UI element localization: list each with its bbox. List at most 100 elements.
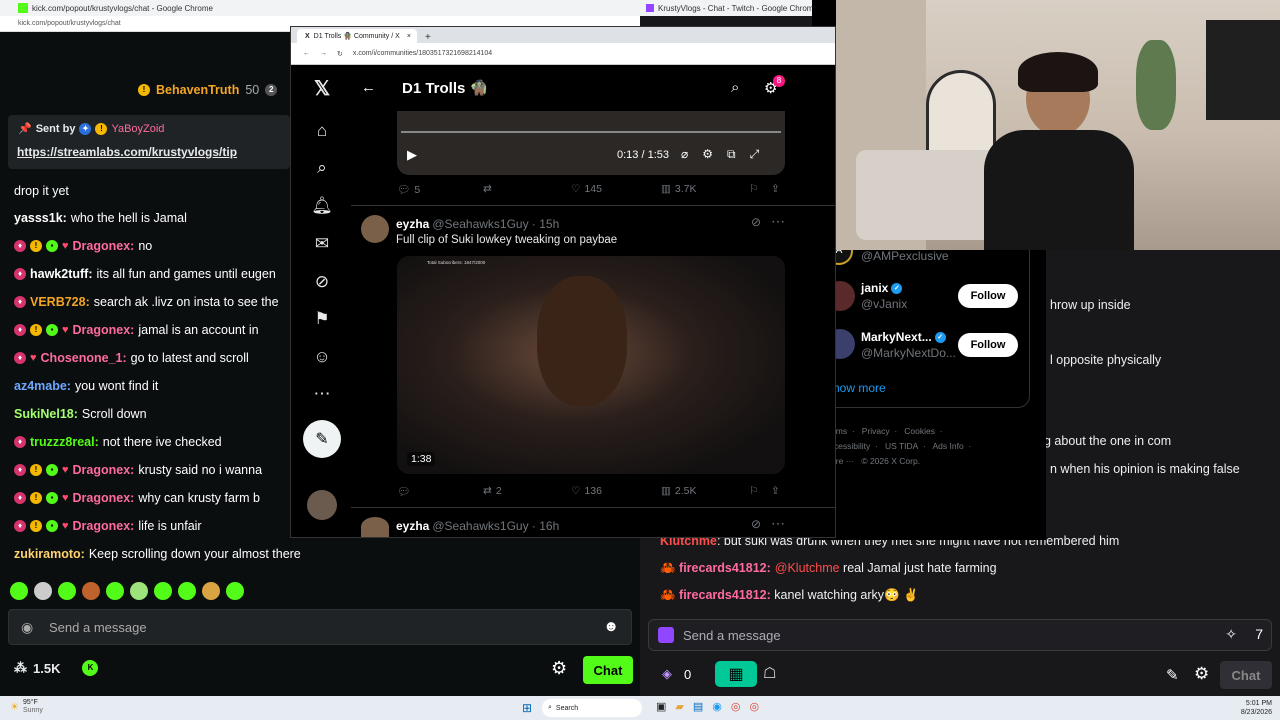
twitch-message-input[interactable]: Send a message ✧ 7 <box>648 619 1272 651</box>
grok-tweet-icon[interactable]: ⊘ <box>751 215 761 229</box>
tip-link[interactable]: https://streamlabs.com/krustyvlogs/tip <box>17 145 237 159</box>
chat-username[interactable]: hawk2tuff: <box>30 267 93 281</box>
task-view-icon[interactable]: ▣ <box>656 700 666 713</box>
repost-action-1[interactable]: ⇄ <box>483 183 492 195</box>
chat-username[interactable]: VERB728: <box>30 295 90 309</box>
file-explorer-icon[interactable]: ▰ <box>675 700 683 713</box>
settings-gear-icon[interactable]: ⚙ <box>551 658 567 679</box>
twitch-settings-icon[interactable]: ⚙ <box>1194 664 1209 684</box>
fullscreen-icon[interactable]: ⤢ <box>750 147 760 162</box>
seventv-icon[interactable]: 7 <box>1255 626 1263 642</box>
chat-username[interactable]: Dragonex: <box>73 491 135 505</box>
tweet-author-handle[interactable]: @Seahawks1Guy · 15h <box>432 217 559 231</box>
twitch-mention[interactable]: @Klutchme <box>775 561 840 575</box>
views-action-2[interactable]: ▥ 2.5K <box>661 485 697 497</box>
like-action-2[interactable]: ♡ 136 <box>571 485 602 497</box>
emote-icon[interactable] <box>202 582 220 600</box>
store-icon[interactable]: ▤ <box>693 700 703 713</box>
bot-icon[interactable]: ☖ <box>763 664 776 682</box>
x-tab[interactable]: X D1 Trolls 🧌 Community / X × <box>297 29 417 43</box>
emote-icon[interactable] <box>226 582 244 600</box>
footer-adsinfo[interactable]: Ads Info <box>933 441 964 451</box>
chat-username[interactable]: zukiramoto: <box>14 547 85 561</box>
x-logo-icon[interactable]: 𝕏 <box>311 77 333 100</box>
chat-username[interactable]: Chosenone_1: <box>41 351 127 365</box>
gift-user[interactable]: BehavenTruth <box>156 83 239 97</box>
chat-username[interactable]: Dragonex: <box>73 239 135 253</box>
edge-icon[interactable]: ◉ <box>712 700 722 713</box>
community-search-icon[interactable]: ⌕ <box>731 79 739 96</box>
tweet-more-icon[interactable]: ⋯ <box>771 213 785 230</box>
repost-action-2[interactable]: ⇄ 2 <box>483 485 502 497</box>
emote-icon[interactable] <box>82 582 100 600</box>
emote-icon[interactable] <box>130 582 148 600</box>
chrome-icon[interactable]: ◎ <box>731 700 741 713</box>
kick-badge-icon[interactable]: K <box>82 660 99 676</box>
chat-username[interactable]: Dragonex: <box>73 323 135 337</box>
more-icon[interactable]: ⋯ <box>311 383 333 405</box>
follow-button-marky[interactable]: Follow <box>958 333 1018 357</box>
emote-icon[interactable] <box>34 582 52 600</box>
reply-action-1[interactable]: 💬︎ 5 <box>397 183 420 197</box>
chat-username[interactable]: truzzz8real: <box>30 435 99 449</box>
suggest-name-3[interactable]: MarkyNext... <box>861 330 932 344</box>
chrome-icon-2[interactable]: ◎ <box>750 700 760 713</box>
footer-privacy[interactable]: Privacy <box>862 426 890 436</box>
messages-icon[interactable]: ✉ <box>311 233 333 255</box>
compose-post-button[interactable]: ✎ <box>303 420 341 458</box>
chat-username[interactable]: Dragonex: <box>73 463 135 477</box>
mute-icon[interactable]: ⌀ <box>681 147 688 162</box>
emote-icon[interactable] <box>10 582 28 600</box>
profile-icon[interactable]: ☺ <box>311 346 333 368</box>
new-tab-icon[interactable]: + <box>425 32 431 43</box>
tweet-avatar[interactable] <box>361 215 389 243</box>
tweet3-author-name[interactable]: eyzha <box>396 519 429 533</box>
twitch-chat-button[interactable]: Chat <box>1220 661 1272 689</box>
play-icon[interactable]: ▶ <box>407 147 417 163</box>
kick-chat-button[interactable]: Chat <box>583 656 633 684</box>
forward-arrow-icon[interactable]: → <box>320 50 327 57</box>
reply-action-2[interactable]: 💬︎ <box>397 485 410 498</box>
video-settings-icon[interactable]: ⚙ <box>702 147 713 162</box>
grok-icon[interactable]: ⊘ <box>311 271 333 293</box>
bookmarks-icon[interactable]: ⚑ <box>311 308 333 330</box>
tweet-more-icon[interactable]: ⋯ <box>771 515 785 532</box>
emoji-icon[interactable]: ☻ <box>603 618 619 635</box>
footer-ustida[interactable]: US TIDA <box>885 441 918 451</box>
chat-username[interactable]: Dragonex: <box>73 519 135 533</box>
explore-search-icon[interactable]: ⌕ <box>311 157 333 179</box>
start-icon[interactable]: ⊞ <box>522 701 532 715</box>
emote-icon[interactable] <box>178 582 196 600</box>
tweet-author-name[interactable]: eyzha <box>396 217 429 231</box>
share-action-1[interactable]: ⇪ <box>771 183 780 195</box>
taskbar-clock[interactable]: 5:01 PM 8/23/2026 <box>1241 699 1272 717</box>
grok-tweet-icon[interactable]: ⊘ <box>751 517 761 531</box>
bookmark-action-1[interactable]: ⚐ <box>749 183 758 195</box>
kick-message-input[interactable]: ◉ Send a message ☻ <box>8 609 632 645</box>
emote-icon[interactable] <box>106 582 124 600</box>
chat-username[interactable]: yasss1k: <box>14 211 67 225</box>
twitch-username[interactable]: firecards41812: <box>679 588 771 602</box>
views-action-1[interactable]: ▥ 3.7K <box>661 183 697 195</box>
sent-by-user[interactable]: YaBoyZoid <box>111 123 164 135</box>
home-icon[interactable]: ⌂ <box>311 120 333 142</box>
pip-icon[interactable]: ⧉ <box>727 147 736 162</box>
chat-username[interactable]: SukiNel18: <box>14 407 78 421</box>
footer-cookies[interactable]: Cookies <box>904 426 935 436</box>
mod-tools-icon[interactable]: ✎ <box>1166 666 1179 684</box>
back-arrow-icon[interactable]: ← <box>303 50 310 57</box>
bits-icon[interactable]: ✧ <box>1225 626 1237 643</box>
weather-widget[interactable]: ☀ 95°F Sunny <box>10 699 43 715</box>
channel-points[interactable]: ◈ 0 <box>662 666 691 682</box>
suggest-name-2[interactable]: janix <box>861 281 888 295</box>
emote-icon[interactable] <box>154 582 172 600</box>
notifications-bell-icon[interactable]: 🔔︎ <box>311 195 333 217</box>
bookmark-action-2[interactable]: ⚐ <box>749 485 758 497</box>
back-button[interactable]: ← <box>361 79 376 96</box>
like-action-1[interactable]: ♡ 145 <box>571 183 602 195</box>
tweet-avatar[interactable] <box>361 517 389 537</box>
tweet-video-2[interactable]: Total Subscribers: 1847/2000 1:38 <box>397 256 785 474</box>
emote-icon[interactable] <box>58 582 76 600</box>
tweet3-author-handle[interactable]: @Seahawks1Guy · 16h <box>432 519 559 533</box>
chat-username[interactable]: az4mabe: <box>14 379 71 393</box>
